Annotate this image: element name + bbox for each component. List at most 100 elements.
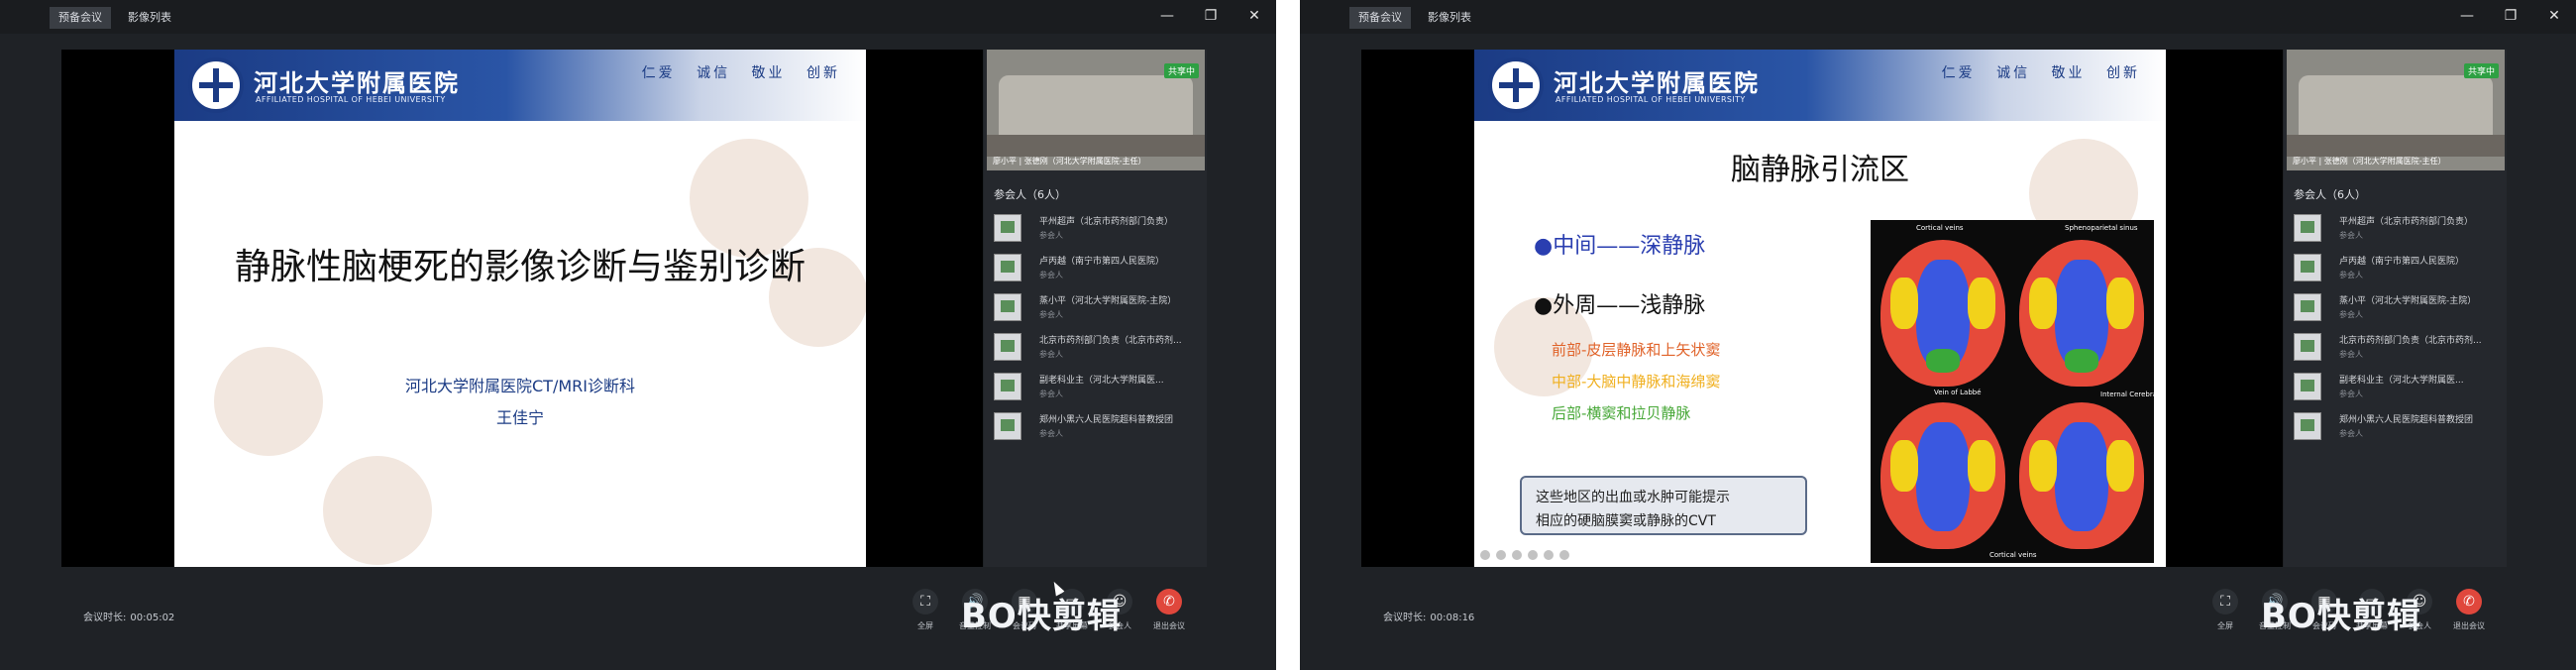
video-caption: 廖小平 | 张德刚（河北大学附属医院-主任） <box>2293 157 2446 166</box>
avatar <box>2294 412 2321 440</box>
presentation-slide: 河北大学附属医院 AFFILIATED HOSPITAL OF HEBEI UN… <box>174 50 866 567</box>
note-line-1: 这些地区的出血或水肿可能提示 <box>1536 490 1730 505</box>
participant-row[interactable]: 副老科业主（河北大学附属医... 参会人 <box>994 369 1200 404</box>
participant-role: 参会人 <box>2339 350 2363 359</box>
participant-role: 参会人 <box>1039 310 1063 319</box>
avatar <box>994 373 1021 400</box>
exit-icon: ✆ <box>1156 589 1182 614</box>
fullscreen-label: 全屏 <box>917 621 933 630</box>
hospital-name-en: AFFILIATED HOSPITAL OF HEBEI UNIVERSITY <box>256 95 446 104</box>
participant-row[interactable]: 郑州小黑六人民医院超科普教授团 参会人 <box>994 408 1200 444</box>
sharing-badge: 共享中 <box>1163 63 1199 78</box>
participant-role: 参会人 <box>1039 231 1063 240</box>
video-feed[interactable]: 共享中 廖小平 | 张德刚（河北大学附属医院-主任） <box>987 50 1205 170</box>
avatar <box>994 214 1021 242</box>
presentation-slide: 河北大学附属医院 AFFILIATED HOSPITAL OF HEBEI UN… <box>1474 50 2166 567</box>
participants-title: 参会人（6人） <box>2294 188 2366 201</box>
watermark-logo: BO快剪辑 <box>2261 597 2421 636</box>
participant-row[interactable]: 卢丙越（南宁市第四人民医院） 参会人 <box>2294 250 2500 285</box>
fullscreen-button[interactable]: ⛶ 全屏 <box>2205 589 2245 631</box>
hospital-motto: 仁爱 诚信 敬业 创新 <box>641 65 840 81</box>
avatar <box>2294 373 2321 400</box>
hospital-motto: 仁爱 诚信 敬业 创新 <box>1941 65 2140 81</box>
minimize-button[interactable]: — <box>1145 0 1189 34</box>
maximize-button[interactable]: ❐ <box>1189 0 1233 34</box>
participant-name: 郑州小黑六人民医院超科普教授团 <box>2339 415 2474 425</box>
bullet-superficial-veins: ●外周——浅静脉 <box>1534 293 1706 318</box>
avatar <box>994 333 1021 361</box>
participant-row[interactable]: 平州超声（北京市药剂部门负责） 参会人 <box>2294 210 2500 246</box>
slide-header: 河北大学附属医院 AFFILIATED HOSPITAL OF HEBEI UN… <box>174 50 866 121</box>
participants-title: 参会人（6人） <box>994 188 1066 201</box>
slide-tool-icon[interactable] <box>1559 550 1569 560</box>
slide-tools[interactable] <box>1480 545 1629 560</box>
brain-label: Internal Cerebral veins <box>2100 391 2166 398</box>
participant-role: 参会人 <box>2339 231 2363 240</box>
watermark-logo: BO快剪辑 <box>961 597 1122 636</box>
hospital-logo-icon <box>1488 57 1544 113</box>
side-panel: 共享中 廖小平 | 张德刚（河北大学附属医院-主任） 参会人（6人） 平州超声（… <box>2284 50 2507 567</box>
watermark-shape <box>323 456 432 565</box>
slide-tool-icon[interactable] <box>1512 550 1522 560</box>
minimize-button[interactable]: — <box>2445 0 2489 34</box>
participant-row[interactable]: 蒸小平（河北大学附属医院-主院） 参会人 <box>994 289 1200 325</box>
avatar <box>994 412 1021 440</box>
slide-tool-icon[interactable] <box>1480 550 1490 560</box>
participant-name: 平州超声（北京市药剂部门负责） <box>2339 217 2474 227</box>
shared-screen: 河北大学附属医院 AFFILIATED HOSPITAL OF HEBEI UN… <box>61 50 1065 597</box>
shared-screen: 河北大学附属医院 AFFILIATED HOSPITAL OF HEBEI UN… <box>1361 50 2365 567</box>
participant-name: 蒸小平（河北大学附属医院-主院） <box>1039 296 1177 306</box>
slide-header: 河北大学附属医院 AFFILIATED HOSPITAL OF HEBEI UN… <box>1474 50 2166 121</box>
participant-role: 参会人 <box>1039 390 1063 398</box>
tab-image-list[interactable]: 影像列表 <box>1419 7 1480 29</box>
slide-tool-icon[interactable] <box>1528 550 1538 560</box>
video-feed[interactable]: 共享中 廖小平 | 张德刚（河北大学附属医院-主任） <box>2287 50 2505 170</box>
brain-label: Cortical veins <box>1989 551 2037 559</box>
sub-anterior: 前部-皮层静脉和上矢状窦 <box>1552 341 1721 359</box>
participant-role: 参会人 <box>2339 310 2363 319</box>
slide-title: 脑静脉引流区 <box>1731 153 1909 187</box>
fullscreen-button[interactable]: ⛶ 全屏 <box>906 589 945 631</box>
slide-tool-icon[interactable] <box>1544 550 1554 560</box>
avatar <box>2294 214 2321 242</box>
participant-row[interactable]: 副老科业主（河北大学附属医... 参会人 <box>2294 369 2500 404</box>
participant-row[interactable]: 蒸小平（河北大学附属医院-主院） 参会人 <box>2294 289 2500 325</box>
maximize-button[interactable]: ❐ <box>2489 0 2532 34</box>
close-button[interactable]: ✕ <box>1233 0 1276 34</box>
slide-tool-icon[interactable] <box>1496 550 1506 560</box>
meeting-duration: 会议时长: 00:08:16 <box>1379 609 1474 623</box>
meeting-window-1: 预备会议 影像列表 — ❐ ✕ 河北大学附属医院 AFFILIATED HOSP… <box>0 0 1276 670</box>
participant-role: 参会人 <box>2339 390 2363 398</box>
note-line-2: 相应的硬脑膜窦或静脉的CVT <box>1536 513 1716 529</box>
meeting-duration-value: 00:05:02 <box>130 613 175 623</box>
participant-row[interactable]: 平州超声（北京市药剂部门负责） 参会人 <box>994 210 1200 246</box>
meeting-duration-value: 00:08:16 <box>1430 613 1475 623</box>
participant-role: 参会人 <box>2339 429 2363 438</box>
tab-meeting[interactable]: 预备会议 <box>1349 7 1411 29</box>
tab-image-list[interactable]: 影像列表 <box>119 7 180 29</box>
participant-row[interactable]: 郑州小黑六人民医院超科普教授团 参会人 <box>2294 408 2500 444</box>
hospital-logo-icon <box>188 57 244 113</box>
brain-scan <box>1880 402 2005 549</box>
exit-icon: ✆ <box>2456 589 2482 614</box>
sharing-badge: 共享中 <box>2463 63 2499 78</box>
exit-meeting-button[interactable]: ✆ 退出会议 <box>2449 589 2489 631</box>
slide-title: 静脉性脑梗死的影像诊断与鉴别诊断 <box>234 247 805 287</box>
participant-row[interactable]: 卢丙越（南宁市第四人民医院） 参会人 <box>994 250 1200 285</box>
hospital-name: 河北大学附属医院 <box>254 68 460 97</box>
participant-row[interactable]: 北京市药剂部门负责（北京市药剂... 参会人 <box>994 329 1200 365</box>
meeting-duration: 会议时长: 00:05:02 <box>79 609 174 623</box>
tab-meeting[interactable]: 预备会议 <box>50 7 111 29</box>
fullscreen-icon: ⛶ <box>2212 589 2238 614</box>
hospital-name-en: AFFILIATED HOSPITAL OF HEBEI UNIVERSITY <box>1556 95 1746 104</box>
participant-row[interactable]: 北京市药剂部门负责（北京市药剂... 参会人 <box>2294 329 2500 365</box>
sub-middle: 中部-大脑中静脉和海绵窦 <box>1552 373 1721 391</box>
brain-label: Sphenoparietal sinus <box>2065 224 2138 232</box>
participant-role: 参会人 <box>1039 350 1063 359</box>
exit-meeting-label: 退出会议 <box>1153 621 1185 630</box>
exit-meeting-button[interactable]: ✆ 退出会议 <box>1149 589 1189 631</box>
sub-posterior: 后部-横窦和拉贝静脉 <box>1552 404 1691 422</box>
close-button[interactable]: ✕ <box>2532 0 2576 34</box>
brain-scan <box>1880 240 2005 387</box>
video-table <box>2287 135 2505 157</box>
